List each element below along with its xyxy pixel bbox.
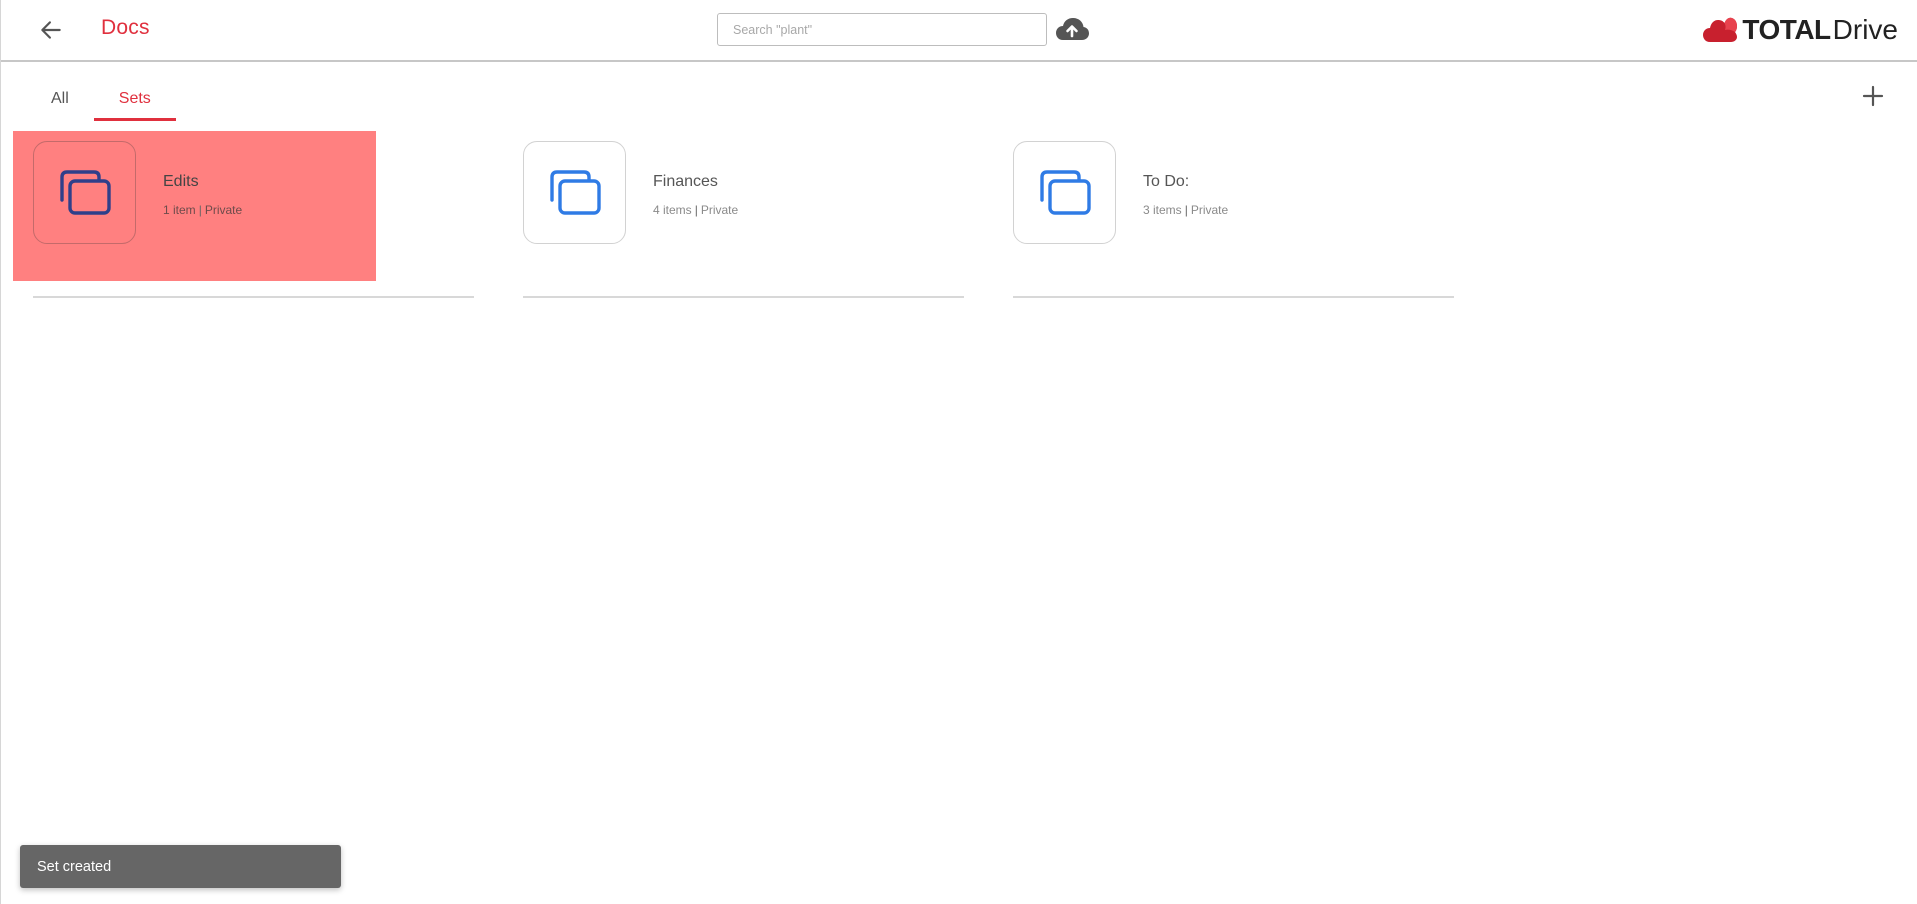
brand-logo: TOTAL Drive (1702, 12, 1898, 48)
meta-separator: | (1184, 203, 1188, 217)
set-visibility: Private (204, 203, 243, 217)
card-divider (33, 296, 474, 298)
set-thumbnail (1013, 141, 1116, 244)
card-divider (523, 296, 964, 298)
meta-separator: | (198, 203, 202, 217)
upload-button[interactable] (1054, 14, 1090, 44)
top-bar: Docs TOTAL Drive (1, 0, 1917, 62)
set-card-todo[interactable]: To Do: 3 items | Private (1013, 131, 1454, 299)
meta-separator: | (694, 203, 698, 217)
add-set-button[interactable] (1857, 80, 1889, 112)
stacked-cards-icon (1039, 169, 1091, 215)
set-card-edits[interactable]: Edits 1 item | Private (13, 131, 474, 299)
tab-sets[interactable]: Sets (93, 76, 176, 121)
toast-message: Set created (37, 858, 112, 875)
page-title: Docs (101, 16, 150, 39)
cloud-upload-icon (1056, 18, 1089, 40)
set-visibility: Private (700, 203, 739, 217)
set-meta: 3 items | Private (1143, 203, 1228, 217)
tab-all[interactable]: All (35, 76, 94, 121)
stacked-cards-icon (549, 169, 601, 215)
search-input[interactable] (717, 13, 1047, 46)
brand-name-light: Drive (1832, 14, 1898, 45)
tab-bar: All Sets (35, 76, 176, 121)
arrow-left-icon (41, 21, 61, 39)
snackbar-toast: Set created (20, 845, 341, 888)
set-thumbnail (523, 141, 626, 244)
set-thumbnail (33, 141, 136, 244)
stacked-cards-icon (59, 169, 111, 215)
plus-icon (1862, 85, 1884, 107)
set-meta: 1 item | Private (163, 203, 242, 217)
set-name: Finances (653, 173, 718, 190)
set-item-count: 3 items (1143, 203, 1182, 217)
set-name: To Do: (1143, 173, 1190, 190)
set-card-finances[interactable]: Finances 4 items | Private (523, 131, 964, 299)
set-item-count: 4 items (653, 203, 692, 217)
back-button[interactable] (35, 14, 67, 46)
card-divider (1013, 296, 1454, 298)
brand-name-bold: TOTAL (1742, 14, 1831, 45)
set-name: Edits (163, 173, 199, 190)
set-item-count: 1 item (163, 203, 196, 217)
set-meta: 4 items | Private (653, 203, 738, 217)
set-visibility: Private (1190, 203, 1229, 217)
brand-cloud-icon (1703, 17, 1738, 42)
